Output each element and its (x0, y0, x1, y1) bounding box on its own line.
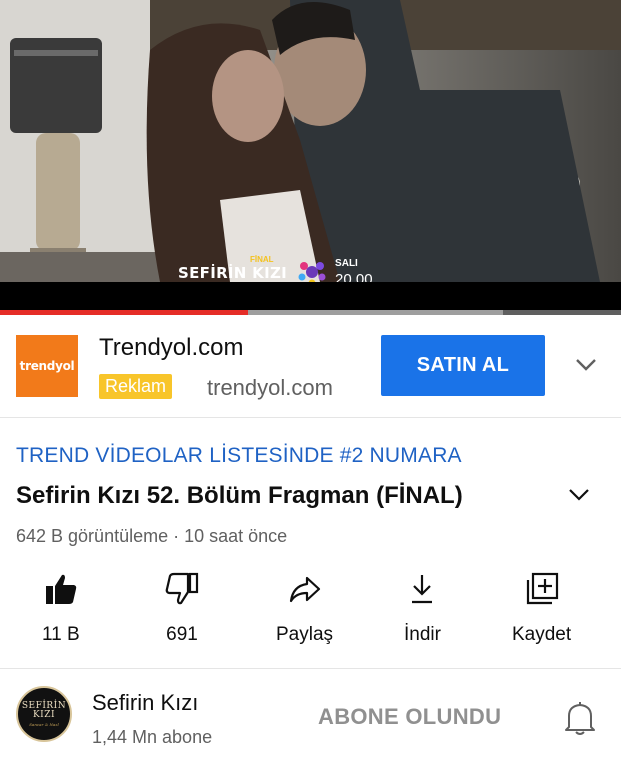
thumbs-up-icon (45, 574, 77, 604)
save-label: Kaydet (512, 624, 572, 645)
chevron-down-icon[interactable] (574, 356, 598, 374)
ad-banner[interactable]: trendyol Trendyol.com Reklam trendyol.co… (0, 315, 621, 418)
overlay-final-label: FİNAL (250, 255, 274, 264)
dislike-count: 691 (166, 624, 198, 645)
channel-avatar[interactable]: SEFİRİN KIZI Sancar & Nazl (16, 686, 72, 742)
avatar-subtitle: Sancar & Nazl (29, 721, 59, 727)
bell-icon[interactable] (563, 700, 597, 736)
video-title[interactable]: Sefirin Kızı 52. Bölüm Fragman (FİNAL) (16, 482, 463, 510)
save-playlist-icon (526, 572, 558, 605)
download-label: İndir (404, 624, 441, 645)
share-button[interactable]: Paylaş (276, 572, 333, 646)
save-button[interactable]: Kaydet (512, 572, 571, 646)
ad-domain: trendyol.com (207, 375, 333, 400)
trending-label[interactable]: TREND VİDEOLAR LİSTESİNDE #2 NUMARA (16, 444, 462, 468)
video-player[interactable]: FİNAL SEFİRİN KIZI SALI 20.00 (0, 0, 621, 315)
like-count: 11 B (42, 624, 80, 645)
expand-description-chevron-icon[interactable] (567, 486, 591, 504)
avatar-line-2: KIZI (32, 709, 56, 720)
subscribed-button[interactable]: ABONE OLUNDU (318, 704, 501, 730)
download-button[interactable]: İndir (404, 572, 441, 646)
share-label: Paylaş (276, 624, 334, 645)
trendyol-logo-text: trendyol (19, 359, 75, 373)
share-icon (289, 576, 320, 603)
divider (0, 668, 621, 669)
ad-badge: Reklam (99, 374, 173, 399)
buy-button[interactable]: SATIN AL (381, 335, 545, 396)
advertiser-name: Trendyol.com (99, 334, 244, 361)
trendyol-logo: trendyol (16, 335, 78, 397)
broadcast-day: SALI (335, 258, 358, 269)
channel-name[interactable]: Sefirin Kızı (92, 690, 198, 716)
subscriber-count: 1,44 Mn abone (92, 727, 213, 747)
view-count-and-date: 642 B görüntüleme · 10 saat önce (16, 526, 288, 546)
download-icon (412, 575, 433, 604)
like-button[interactable]: 11 B (42, 572, 80, 646)
thumbs-down-icon (165, 572, 199, 605)
dislike-button[interactable]: 691 (165, 572, 199, 646)
overlay-show-title: SEFİRİN KIZI (178, 264, 288, 282)
letterbox-bar (0, 282, 621, 310)
